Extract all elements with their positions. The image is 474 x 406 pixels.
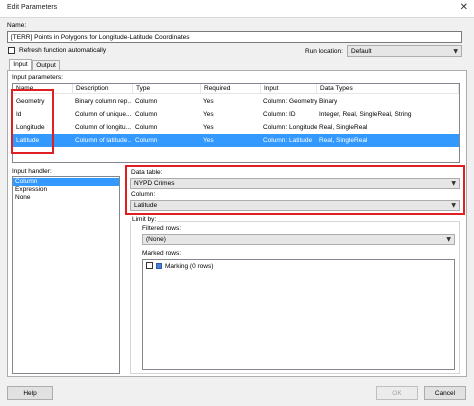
input-handler-list: Column Expression None: [12, 176, 120, 374]
cell-type: Column: [135, 137, 158, 144]
cell-type: Column: [135, 98, 158, 105]
filtered-rows-dropdown[interactable]: (None) ▼: [142, 234, 455, 245]
ok-button[interactable]: OK: [376, 386, 418, 400]
list-item-none[interactable]: None: [13, 194, 119, 202]
run-location-label: Run location:: [305, 48, 343, 55]
cell-description: Column of longitu...: [75, 124, 131, 131]
marking-color-swatch: [156, 263, 162, 269]
list-item-column[interactable]: Column: [13, 178, 119, 186]
data-column-highlight: [125, 165, 465, 215]
filtered-rows-label: Filtered rows:: [142, 225, 182, 232]
marking-checkbox[interactable]: [146, 262, 153, 269]
cell-required: Yes: [203, 137, 214, 144]
cell-description: Column of latitude...: [75, 137, 131, 144]
input-parameters-label: Input parameters:: [12, 74, 63, 81]
cell-required: Yes: [203, 124, 214, 131]
table-row[interactable]: Id Column of unique... Column Yes Column…: [13, 108, 459, 121]
marking-label: Marking (0 rows): [165, 263, 214, 270]
tab-output[interactable]: Output: [32, 60, 60, 70]
cell-input: Column: ID: [263, 111, 296, 118]
run-location-dropdown[interactable]: Default ▼: [347, 45, 462, 57]
name-field-value: [TERR] Points in Polygons for Longitude-…: [11, 34, 190, 41]
table-row-selected[interactable]: Latitude Column of latitude... Column Ye…: [13, 134, 459, 147]
cell-data-types: Real, SingleReal: [319, 137, 368, 144]
marked-rows-list: Marking (0 rows): [142, 259, 455, 370]
refresh-label: Refresh function automatically: [19, 47, 107, 54]
refresh-checkbox[interactable]: [8, 47, 15, 54]
chevron-down-icon: ▼: [446, 236, 451, 243]
chevron-down-icon: ▼: [453, 48, 458, 55]
column-header-input[interactable]: Input: [261, 84, 317, 94]
cell-description: Column of unique...: [75, 111, 131, 118]
name-field[interactable]: [TERR] Points in Polygons for Longitude-…: [7, 31, 462, 43]
input-handler-label: Input handler:: [12, 168, 52, 175]
cell-description: Binary column rep...: [75, 98, 131, 105]
cell-data-types: Binary: [319, 98, 338, 105]
cell-type: Column: [135, 124, 158, 131]
column-header-data-types[interactable]: Data Types: [317, 84, 459, 94]
name-label: Name:: [7, 22, 27, 29]
list-item-expression[interactable]: Expression: [13, 186, 119, 194]
help-button[interactable]: Help: [7, 386, 53, 400]
run-location-value: Default: [351, 48, 372, 55]
cell-input: Column: Longitude: [263, 124, 317, 131]
cell-type: Column: [135, 111, 158, 118]
column-header-description[interactable]: Description: [73, 84, 133, 94]
table-row[interactable]: Geometry Binary column rep... Column Yes…: [13, 95, 459, 108]
column-header-type[interactable]: Type: [133, 84, 201, 94]
cell-required: Yes: [203, 98, 214, 105]
limit-by-label: Limit by:: [131, 216, 158, 223]
cell-required: Yes: [203, 111, 214, 118]
marked-rows-label: Marked rows:: [142, 250, 182, 257]
cell-input: Column: Geometry: [263, 98, 317, 105]
filtered-rows-value: (None): [146, 236, 166, 243]
table-row[interactable]: Longitude Column of longitu... Column Ye…: [13, 121, 459, 134]
cancel-button[interactable]: Cancel: [424, 386, 466, 400]
cell-data-types: Real, SingleReal: [319, 124, 368, 131]
input-parameters-table: Name Description Type Required Input Dat…: [12, 83, 460, 163]
title-bar: Edit Parameters ✕: [0, 0, 474, 18]
close-icon[interactable]: ✕: [460, 2, 468, 13]
name-column-highlight: [11, 89, 54, 154]
tab-input[interactable]: Input: [9, 59, 32, 70]
cell-data-types: Integer, Real, SingleReal, String: [319, 111, 412, 118]
window-title: Edit Parameters: [7, 4, 58, 11]
column-header-required[interactable]: Required: [201, 84, 261, 94]
cell-input: Column: Latitude: [263, 137, 313, 144]
